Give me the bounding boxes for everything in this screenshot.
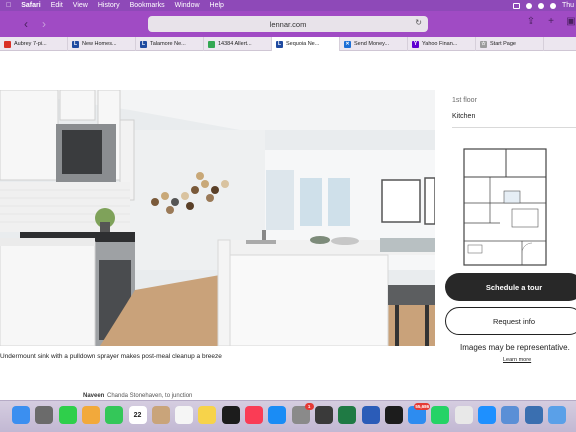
battery-icon[interactable] (512, 2, 520, 9)
new-tab-icon[interactable]: + (546, 17, 556, 27)
reminders-icon[interactable] (175, 406, 194, 424)
tab-6[interactable]: ✕ Send Money... (340, 37, 408, 51)
quicktime-icon[interactable] (524, 406, 543, 424)
tab-favicon-icon: L (72, 40, 79, 48)
kitchen-photo[interactable] (0, 90, 435, 346)
tab-label: Aubrey 7-pi... (14, 41, 47, 47)
floorplan-panel: 1st floor Kitchen Schedule a tour Reques… (445, 51, 576, 397)
schedule-tour-button[interactable]: Schedule a tour (445, 273, 576, 301)
apple-icon[interactable]:  (6, 2, 11, 9)
menu-safari[interactable]: Safari (21, 2, 40, 9)
menu-list:  Safari Edit View History Bookmarks Win… (0, 2, 224, 9)
spotlight-icon[interactable] (549, 2, 556, 9)
excel-icon[interactable] (338, 406, 357, 424)
menu-view[interactable]: View (73, 2, 88, 9)
tab-label: New Homes... (82, 41, 117, 47)
tab-5[interactable]: L Sequoia Ne... (272, 37, 340, 51)
tab-favicon-icon: Y (412, 40, 419, 48)
tab-bar: Aubrey 7-pi... L New Homes... L Talamore Ne.… (0, 37, 576, 51)
tab-favicon-icon (208, 40, 215, 48)
chrome-icon[interactable] (454, 406, 473, 424)
mail-badge: 55,686 (414, 403, 431, 410)
toolbar-right: ⇪ + ▣ (526, 17, 576, 27)
launchpad-icon[interactable] (35, 406, 54, 424)
messages-icon[interactable] (58, 406, 77, 424)
floorplan-image[interactable] (460, 145, 550, 269)
app-store-icon[interactable] (268, 406, 287, 424)
tab-label: Talamore Ne... (150, 41, 186, 47)
tab-3[interactable]: L Talamore Ne... (136, 37, 204, 51)
control-center-icon[interactable] (537, 2, 544, 9)
menu-window[interactable]: Window (175, 2, 200, 9)
preview-icon[interactable] (501, 406, 520, 424)
whatsapp-icon[interactable] (431, 406, 450, 424)
status-area: Thu (512, 0, 574, 11)
address-bar[interactable]: lennar.com ↻ (148, 16, 428, 32)
notification-message[interactable]: Chanda Stonehaven, to junction (107, 393, 192, 399)
page-content: Undermount sink with a pulldown sprayer … (0, 51, 576, 397)
tab-label: Yahoo Finan... (422, 41, 458, 47)
request-info-button[interactable]: Request info (445, 307, 576, 335)
forward-icon[interactable]: › (36, 17, 52, 31)
tab-2[interactable]: L New Homes... (68, 37, 136, 51)
calculator-icon[interactable] (314, 406, 333, 424)
notification-sender[interactable]: Naveen (83, 393, 104, 399)
disclaimer-text: Images may be representative. (460, 343, 570, 352)
nav-buttons: ‹ › (18, 17, 52, 31)
safari-icon[interactable] (478, 406, 496, 424)
tab-7[interactable]: Y Yahoo Finan... (408, 37, 476, 51)
menu-help[interactable]: Help (210, 2, 224, 9)
stocks-icon[interactable] (384, 406, 403, 424)
menu-bar:  Safari Edit View History Bookmarks Win… (0, 0, 576, 11)
tab-favicon-icon (4, 40, 11, 48)
facetime-icon[interactable] (105, 406, 124, 424)
calendar-icon[interactable]: 22 (128, 406, 147, 424)
finder-icon[interactable] (12, 406, 30, 424)
reload-icon[interactable]: ↻ (415, 18, 422, 27)
mail-icon[interactable]: 55,686 (408, 403, 431, 424)
settings-badge: 1 (304, 403, 314, 410)
screen:  Safari Edit View History Bookmarks Win… (0, 0, 576, 432)
dock: 22 1 55,686 (0, 400, 576, 432)
tab-label: Sequoia Ne... (286, 41, 320, 47)
tab-favicon-icon: L (276, 40, 283, 48)
menu-bookmarks[interactable]: Bookmarks (130, 2, 165, 9)
notes-icon[interactable] (198, 406, 217, 424)
learn-more-link[interactable]: Learn more (503, 357, 531, 363)
music-icon[interactable] (245, 406, 263, 424)
contacts-icon[interactable] (151, 406, 170, 424)
menu-edit[interactable]: Edit (51, 2, 63, 9)
floor-label: 1st floor (452, 97, 477, 104)
divider (452, 127, 576, 128)
wifi-icon[interactable] (525, 2, 532, 9)
tab-1[interactable]: Aubrey 7-pi... (0, 37, 68, 51)
address-text: lennar.com (269, 19, 307, 29)
browser-toolbar: ‹ › lennar.com ↻ ⇪ + ▣ (0, 11, 576, 37)
share-icon[interactable]: ⇪ (526, 17, 536, 27)
photo-caption: Undermount sink with a pulldown sprayer … (0, 353, 222, 360)
tab-4[interactable]: 14384 Allert... (204, 37, 272, 51)
tab-8[interactable]: ☆ Start Page (476, 37, 544, 51)
tab-label: Start Page (490, 41, 516, 47)
room-label: Kitchen (452, 113, 476, 120)
menubar-clock[interactable]: Thu (562, 2, 574, 9)
tab-favicon-icon: L (140, 40, 147, 48)
tab-favicon-icon: ☆ (480, 40, 487, 48)
back-icon[interactable]: ‹ (18, 17, 34, 31)
word-icon[interactable] (361, 406, 380, 424)
downloads-icon[interactable] (547, 406, 566, 424)
system-settings-icon[interactable]: 1 (291, 403, 314, 424)
tab-overview-icon[interactable]: ▣ (566, 17, 576, 27)
menu-history[interactable]: History (98, 2, 120, 9)
tab-label: 14384 Allert... (218, 41, 252, 47)
tab-favicon-icon: ✕ (344, 40, 351, 48)
tab-label: Send Money... (354, 41, 390, 47)
apple-tv-icon[interactable] (221, 406, 240, 424)
photos-icon[interactable] (81, 406, 100, 424)
